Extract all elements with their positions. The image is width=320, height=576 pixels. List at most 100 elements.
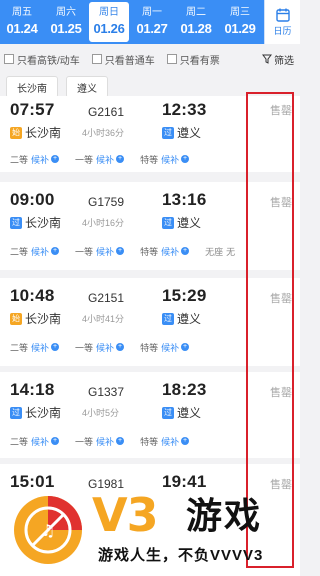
ticket-status: 售罄 [270, 293, 292, 305]
seat-label: 特等 [140, 246, 159, 257]
svg-text:♫: ♫ [41, 521, 55, 540]
ticket-status: 售罄 [270, 387, 292, 399]
calendar-button[interactable]: 日历 [264, 0, 300, 44]
available-only-checkbox[interactable]: 只看有票 [166, 52, 220, 67]
date-tab-0126-selected[interactable]: 周日 01.26 [89, 2, 129, 42]
pass-badge: 过 [162, 406, 174, 419]
seat-label: 二等 [10, 154, 29, 165]
from-station: 过长沙南 [10, 214, 61, 231]
weekday-label: 周一 [142, 7, 162, 18]
train-number: G2161 [88, 105, 125, 119]
to-station: 过遵义 [162, 310, 201, 327]
from-station-chip[interactable]: 长沙南 [6, 76, 58, 98]
date-label: 01.27 [136, 21, 168, 36]
seat-standing[interactable]: 无座无 [205, 244, 235, 258]
arrival-time: 12:33 [162, 100, 207, 119]
start-badge: 始 [10, 126, 22, 139]
seat-first-class[interactable]: 一等 候补 + [75, 244, 125, 258]
seat-state: 候补 [31, 154, 50, 165]
watermark-logo-text: V3 [92, 488, 159, 542]
train-card[interactable]: 07:57 G2161 12:33 售罄 始长沙南 4小时36分 过遵义 二等候… [0, 96, 300, 172]
seat-premium-class[interactable]: 特等 候补 + [140, 340, 190, 354]
high-speed-only-checkbox[interactable]: 只看高铁/动车 [4, 52, 80, 67]
normal-only-checkbox[interactable]: 只看普通车 [91, 52, 155, 67]
date-label: 01.28 [180, 21, 212, 36]
date-label: 01.26 [93, 21, 125, 36]
date-label: 01.24 [6, 21, 38, 36]
pass-badge: 过 [10, 406, 22, 419]
seat-second-class[interactable]: 二等 候补 + [10, 340, 60, 354]
train-number: G1337 [88, 385, 125, 399]
seat-second-class[interactable]: 二等 候补 + [10, 152, 60, 166]
station-name: 遵义 [177, 126, 202, 140]
seat-premium-class[interactable]: 特等 候补 + [140, 244, 190, 258]
station-name: 长沙南 [25, 406, 62, 420]
arrival-time: 18:23 [162, 380, 207, 399]
to-station: 过遵义 [162, 214, 201, 231]
watermark: ♫ V3 游戏 游戏人生，不负VVVV3 [0, 478, 300, 576]
station-name: 遵义 [177, 406, 202, 420]
seat-premium-class[interactable]: 特等 候补 + [140, 434, 190, 448]
plus-icon: + [51, 155, 60, 163]
seat-label: 一等 [75, 342, 94, 353]
train-card[interactable]: 14:18 G1337 18:23 售罄 过长沙南 4小时5分 过遵义 二等 候补… [0, 372, 300, 458]
v3-logo-icon: ♫ [14, 496, 82, 564]
filter-label: 筛选 [274, 55, 294, 67]
departure-time: 14:18 [10, 380, 55, 399]
plus-icon: + [181, 343, 190, 351]
seat-second-class[interactable]: 二等 候补 + [10, 434, 60, 448]
date-tab-0129[interactable]: 周三 01.29 [218, 0, 262, 44]
checkbox-box [166, 54, 177, 64]
watermark-brand: 游戏 [186, 495, 263, 536]
plus-icon: + [51, 247, 60, 255]
seat-label: 特等 [140, 154, 159, 165]
seat-label: 二等 [10, 342, 29, 353]
train-card[interactable]: 09:00 G1759 13:16 售罄 过长沙南 4小时16分 过遵义 二等候… [0, 182, 300, 270]
plus-icon: + [116, 155, 125, 163]
train-number: G1759 [88, 195, 125, 209]
seat-state: 候补 [96, 342, 115, 353]
seat-state: 候补 [31, 246, 50, 257]
seat-state: 无 [226, 246, 236, 257]
plus-icon: + [181, 437, 190, 445]
seat-label: 无座 [205, 246, 224, 257]
weekday-label: 周三 [230, 7, 250, 18]
date-tab-0128[interactable]: 周二 01.28 [174, 0, 218, 44]
checkbox-box [91, 54, 102, 64]
pass-badge: 过 [162, 216, 174, 229]
plus-icon: + [51, 437, 60, 445]
ticket-status: 售罄 [270, 197, 292, 209]
calendar-label: 日历 [273, 26, 292, 36]
arrival-time: 15:29 [162, 286, 207, 305]
plus-icon: + [116, 247, 125, 255]
seat-premium-class[interactable]: 特等 候补 + [140, 152, 190, 166]
weekday-label: 周五 [12, 7, 32, 18]
date-label: 01.25 [50, 21, 82, 36]
date-tab-0124[interactable]: 周五 01.24 [0, 0, 44, 44]
departure-time: 07:57 [10, 100, 55, 119]
station-name: 遵义 [177, 312, 202, 326]
from-station: 始长沙南 [10, 310, 61, 327]
seat-first-class[interactable]: 一等 候补 + [75, 152, 125, 166]
plus-icon: + [181, 155, 190, 163]
seat-state: 候补 [161, 246, 180, 257]
seat-state: 候补 [161, 436, 180, 447]
seat-first-class[interactable]: 一等 候补 + [75, 340, 125, 354]
train-number: G2151 [88, 291, 125, 305]
calendar-icon [275, 8, 290, 22]
filter-button[interactable]: 筛选 [262, 52, 294, 67]
date-tab-0127[interactable]: 周一 01.27 [130, 0, 174, 44]
to-station: 过遵义 [162, 404, 201, 421]
to-station-chip[interactable]: 遵义 [66, 76, 108, 98]
funnel-icon [262, 54, 272, 64]
date-tab-0125[interactable]: 周六 01.25 [44, 0, 88, 44]
seat-first-class[interactable]: 一等 候补 + [75, 434, 125, 448]
checkbox-label: 只看有票 [179, 55, 220, 67]
weekday-label: 周六 [56, 7, 76, 18]
checkbox-box [4, 54, 14, 64]
plus-icon: + [181, 247, 190, 255]
station-name: 长沙南 [25, 126, 62, 140]
train-card[interactable]: 10:48 G2151 15:29 售罄 始长沙南 4小时41分 过遵义 二等候… [0, 278, 300, 366]
station-name: 长沙南 [25, 216, 62, 230]
seat-second-class[interactable]: 二等 候补 + [10, 244, 60, 258]
